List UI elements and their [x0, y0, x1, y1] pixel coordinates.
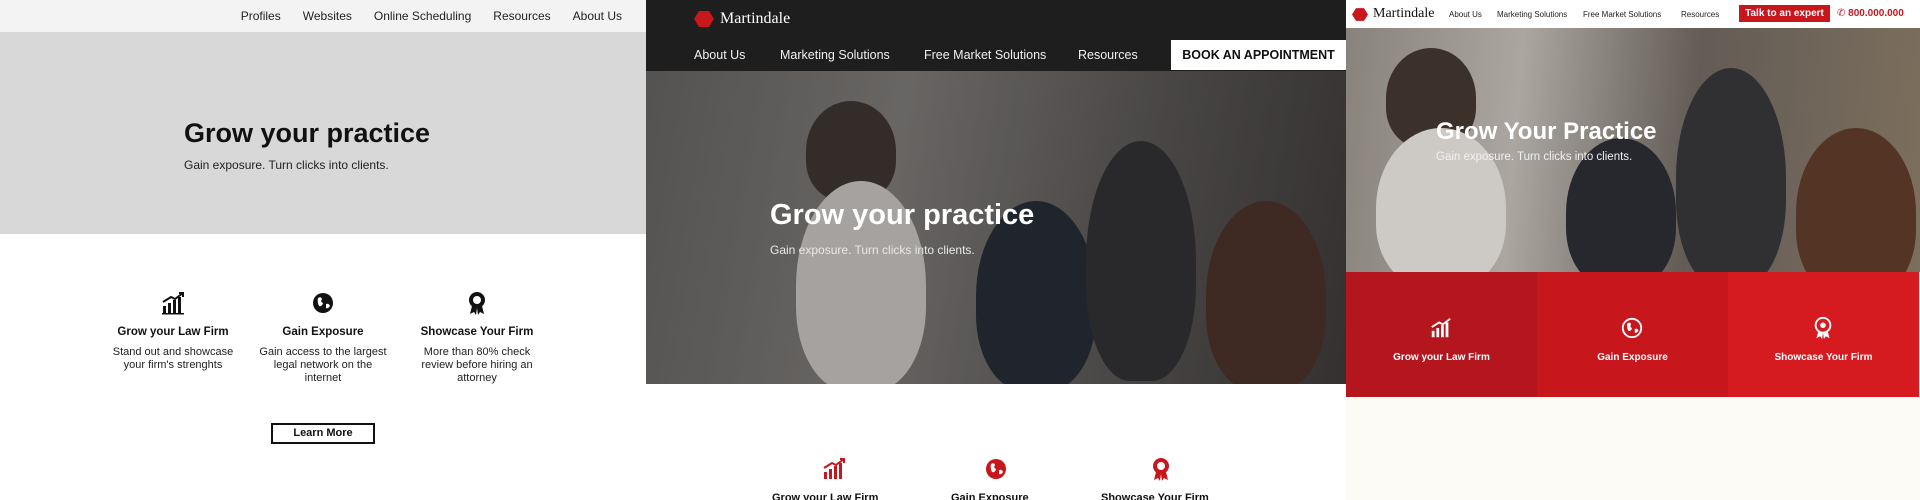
talk-to-expert-button[interactable]: Talk to an expert	[1739, 5, 1830, 22]
wireframe-panel: Profiles Websites Online Scheduling Reso…	[0, 0, 646, 500]
growth-chart-icon	[162, 292, 184, 315]
nav-resources[interactable]: Resources	[493, 9, 550, 23]
main-nav: About Us Marketing Solutions Free Market…	[646, 38, 1346, 71]
tile-grow-law-firm[interactable]: Grow your Law Firm	[1346, 272, 1537, 397]
nav-websites[interactable]: Websites	[303, 9, 352, 23]
red-theme-panel: Martindale About Us Marketing Solutions …	[1346, 0, 1920, 500]
nav-free-market-solutions[interactable]: Free Market Solutions	[924, 48, 1046, 62]
tile-gain-exposure[interactable]: Gain Exposure	[1537, 272, 1728, 397]
nav-free-market-solutions[interactable]: Free Market Solutions	[1583, 10, 1661, 19]
learn-more-button[interactable]: Learn More	[271, 423, 375, 444]
phone-link[interactable]: ✆ 800.000.000	[1837, 8, 1904, 19]
nav-about-us[interactable]: About Us	[1449, 10, 1482, 19]
hexagon-logo-icon	[694, 11, 714, 27]
hero-overlay	[1346, 28, 1920, 272]
hero-subtitle: Gain exposure. Turn clicks into clients.	[184, 158, 389, 172]
hero-photo: Grow your practice Gain exposure. Turn c…	[646, 71, 1346, 384]
nav-marketing-solutions[interactable]: Marketing Solutions	[1497, 10, 1567, 19]
nav-marketing-solutions[interactable]: Marketing Solutions	[780, 48, 890, 62]
feature-text: Gain access to the largest legal network…	[259, 346, 387, 384]
nav-profiles[interactable]: Profiles	[241, 9, 281, 23]
hero-title: Grow your practice	[184, 118, 431, 148]
brand-name: Martindale	[1373, 6, 1435, 21]
martindale-logo[interactable]: Martindale	[694, 10, 790, 28]
hero-placeholder: Grow your practice Gain exposure. Turn c…	[0, 32, 646, 234]
hero-subtitle: Gain exposure. Turn clicks into clients.	[1436, 151, 1633, 163]
feature-text: Stand out and showcase your firm's stren…	[112, 346, 234, 371]
feature-exposure: Gain Exposure Gain access to the largest…	[258, 290, 388, 385]
hero-photo: Grow Your Practice Gain exposure. Turn c…	[1346, 28, 1920, 272]
martindale-logo[interactable]: Martindale	[1352, 6, 1434, 22]
award-ribbon-icon	[469, 292, 485, 315]
feature-text: More than 80% check review before hiring…	[421, 346, 533, 384]
feature-grow: Grow your Law Firm Stand out and showcas…	[108, 290, 238, 372]
globe-icon	[986, 459, 1006, 479]
dark-theme-panel: Martindale About Us Marketing Solutions …	[646, 0, 1346, 500]
globe-icon	[313, 293, 333, 313]
nav-online-scheduling[interactable]: Online Scheduling	[374, 9, 471, 23]
globe-icon	[1621, 317, 1643, 339]
nav-about-us[interactable]: About Us	[694, 48, 745, 62]
phone-icon: ✆	[1837, 8, 1849, 19]
tile-showcase-firm[interactable]: Showcase Your Firm	[1728, 272, 1919, 397]
feature-caption: Grow your Law Firm	[772, 492, 879, 500]
hero-title: Grow Your Practice	[1436, 118, 1657, 145]
tile-label: Showcase Your Firm	[1774, 352, 1873, 363]
brand-name: Martindale	[720, 10, 791, 27]
award-ribbon-icon	[1814, 316, 1832, 340]
nav-resources[interactable]: Resources	[1078, 48, 1138, 62]
hero-subtitle: Gain exposure. Turn clicks into clients.	[770, 243, 975, 257]
feature-caption: Showcase Your Firm	[1101, 492, 1209, 500]
hexagon-logo-icon	[1352, 7, 1368, 21]
phone-number: 800.000.000	[1848, 8, 1904, 19]
tile-label: Gain Exposure	[1597, 352, 1668, 363]
book-appointment-button[interactable]: BOOK AN APPOINTMENT	[1171, 40, 1346, 70]
growth-chart-icon	[823, 458, 845, 479]
feature-title: Showcase Your Firm	[420, 326, 534, 338]
feature-caption: Gain Exposure	[951, 492, 1029, 500]
feature-showcase: Showcase Your Firm More than 80% check r…	[412, 290, 542, 385]
feature-title: Grow your Law Firm	[117, 326, 229, 338]
header: Martindale About Us Marketing Solutions …	[1346, 0, 1920, 28]
tile-label: Grow your Law Firm	[1393, 352, 1490, 363]
award-ribbon-icon	[1153, 458, 1169, 481]
hero-title: Grow your practice	[770, 199, 1035, 231]
top-nav: Profiles Websites Online Scheduling Reso…	[0, 0, 646, 32]
growth-chart-icon	[1431, 318, 1451, 338]
feature-title: Gain Exposure	[282, 326, 364, 338]
brand-bar: Martindale	[646, 0, 1346, 38]
nav-about-us[interactable]: About Us	[573, 9, 622, 23]
nav-resources[interactable]: Resources	[1681, 10, 1719, 19]
